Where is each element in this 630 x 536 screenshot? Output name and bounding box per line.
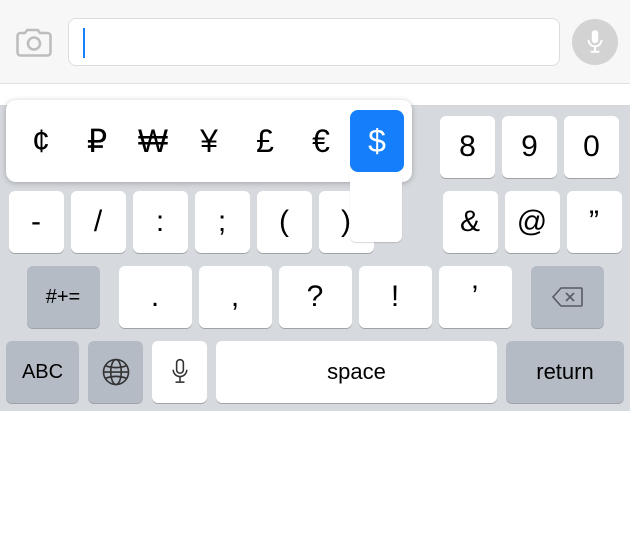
popup-option-pound[interactable]: £ (238, 110, 292, 172)
key-9[interactable]: 9 (502, 116, 557, 178)
text-input[interactable] (68, 18, 560, 66)
popup-option-cent[interactable]: ¢ (14, 110, 68, 172)
key-period[interactable]: . (119, 266, 192, 328)
currency-popup: ¢ ₽ ₩ ¥ £ € $ (6, 100, 412, 182)
key-return[interactable]: return (506, 341, 624, 403)
key-at[interactable]: @ (505, 191, 560, 253)
keyboard-row-4: ABC space return (6, 341, 624, 403)
key-symbols[interactable]: #+= (27, 266, 100, 328)
text-cursor (83, 28, 85, 58)
popup-option-dollar[interactable]: $ (350, 110, 404, 172)
popup-option-ruble[interactable]: ₽ (70, 110, 124, 172)
keyboard-row-3: #+= . , ? ! ’ (6, 266, 624, 328)
key-paren-open[interactable]: ( (257, 191, 312, 253)
key-abc[interactable]: ABC (6, 341, 79, 403)
key-slash[interactable]: / (71, 191, 126, 253)
popup-option-yen[interactable]: ¥ (182, 110, 236, 172)
key-exclaim[interactable]: ! (359, 266, 432, 328)
key-8[interactable]: 8 (440, 116, 495, 178)
popup-option-won[interactable]: ₩ (126, 110, 180, 172)
key-semicolon[interactable]: ; (195, 191, 250, 253)
key-dash[interactable]: - (9, 191, 64, 253)
key-comma[interactable]: , (199, 266, 272, 328)
key-dictate[interactable] (152, 341, 207, 403)
camera-icon[interactable] (12, 24, 56, 60)
backspace-icon (551, 285, 583, 309)
dictation-button[interactable] (572, 19, 618, 65)
key-quote[interactable]: ” (567, 191, 622, 253)
key-globe[interactable] (88, 341, 143, 403)
microphone-icon (171, 358, 189, 386)
popup-option-euro[interactable]: € (294, 110, 348, 172)
key-amp[interactable]: & (443, 191, 498, 253)
key-0[interactable]: 0 (564, 116, 619, 178)
key-backspace[interactable] (531, 266, 604, 328)
key-space[interactable]: space (216, 341, 497, 403)
keyboard-row-2: - / : ; ( ) $ & @ ” (6, 191, 624, 253)
key-question[interactable]: ? (279, 266, 352, 328)
globe-icon (101, 357, 131, 387)
key-apostrophe[interactable]: ’ (439, 266, 512, 328)
input-toolbar (0, 0, 630, 84)
key-colon[interactable]: : (133, 191, 188, 253)
